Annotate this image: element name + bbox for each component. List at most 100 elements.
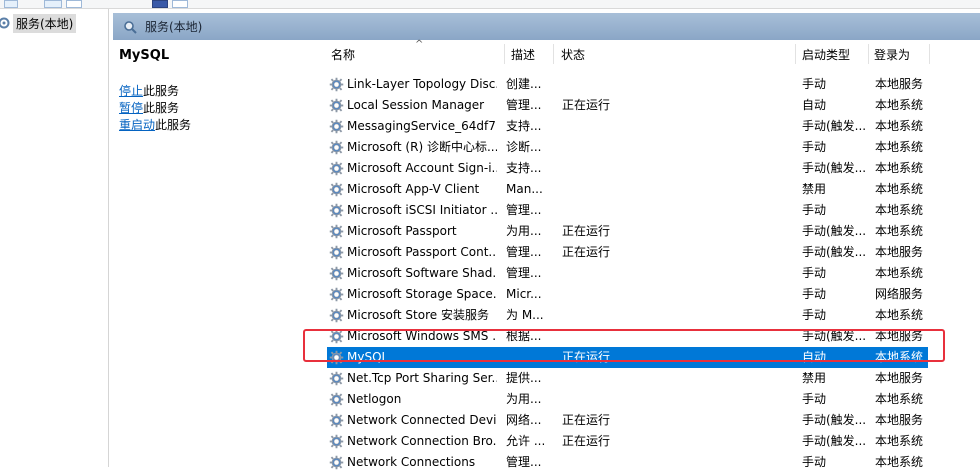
pause-suffix: 此服务 — [143, 101, 180, 115]
service-status-cell — [562, 158, 672, 179]
service-row[interactable]: Network Connections 管理... 手动 本地系统 — [327, 452, 928, 473]
service-name-label: Microsoft Passport — [347, 224, 457, 238]
service-status-cell — [562, 200, 672, 221]
service-name-label: Local Session Manager — [347, 98, 485, 112]
service-name-label: Network Connection Bro... — [347, 434, 497, 448]
service-row[interactable]: MessagingService_64df7 支持... 手动(触发... 本地… — [327, 116, 928, 137]
service-description-cell: 根据... — [506, 329, 542, 343]
toolbar-help-button[interactable] — [172, 0, 188, 8]
service-gear-icon — [329, 140, 344, 155]
service-logon-cell: 网络服务 — [875, 287, 924, 301]
service-startup-type-cell: 手动(触发... — [802, 434, 866, 448]
service-logon-cell: 本地系统 — [875, 203, 924, 217]
service-name-label: Microsoft Store 安装服务 — [347, 308, 489, 322]
column-separator[interactable] — [504, 44, 505, 64]
column-header-logon-as[interactable]: 登录为 — [874, 42, 928, 66]
service-logon-cell: 本地服务 — [875, 245, 924, 259]
column-header-name[interactable]: 名称 ^ — [331, 39, 501, 66]
column-header-status[interactable]: 状态 — [561, 42, 621, 66]
service-name-label: MessagingService_64df7 — [347, 119, 496, 133]
service-logon-cell: 本地系统 — [875, 392, 924, 406]
service-name-label: Microsoft Windows SMS ... — [347, 329, 497, 343]
service-logon-cell: 本地系统 — [875, 224, 924, 238]
service-name-cell: Netlogon — [327, 389, 497, 410]
column-header-name-label: 名称 — [331, 47, 356, 62]
service-name-cell: Link-Layer Topology Disc... — [327, 74, 497, 95]
service-row[interactable]: Link-Layer Topology Disc... 创建... 手动 本地服… — [327, 74, 928, 95]
service-name-cell: Network Connection Bro... — [327, 431, 497, 452]
service-row[interactable]: Microsoft App-V Client Man... 禁用 本地系统 — [327, 179, 928, 200]
service-row[interactable]: Netlogon 为用... 手动 本地系统 — [327, 389, 928, 410]
service-gear-icon — [329, 455, 344, 470]
services-gear-icon — [0, 17, 10, 29]
services-list: 名称 ^ 描述 状态 启动类型 登录为 Link-Layer Topology … — [317, 39, 980, 470]
toolbar — [0, 0, 980, 9]
service-row[interactable]: Microsoft Software Shad... 管理... 手动 本地系统 — [327, 263, 928, 284]
service-status-cell — [562, 452, 672, 473]
service-gear-icon — [329, 161, 344, 176]
service-name-cell: Microsoft App-V Client — [327, 179, 497, 200]
service-row[interactable]: Microsoft Store 安装服务 为 M... 手动 本地系统 — [327, 305, 928, 326]
service-row[interactable]: MySQL 正在运行 自动 本地系统 — [327, 347, 928, 368]
service-startup-type-cell: 禁用 — [802, 182, 827, 196]
service-logon-cell: 本地服务 — [875, 413, 924, 427]
details-panel: MySQL 停止此服务 暂停此服务 重启动此服务 — [119, 48, 309, 134]
service-status-cell — [562, 389, 672, 410]
service-row[interactable]: Microsoft Storage Space... Micr... 手动 网络… — [327, 284, 928, 305]
service-row[interactable]: Microsoft Passport Cont... 管理... 正在运行 手动… — [327, 242, 928, 263]
service-startup-type-cell: 手动 — [802, 392, 827, 406]
service-description-cell: 管理... — [506, 203, 542, 217]
service-row[interactable]: Network Connection Bro... 允许 ... 正在运行 手动… — [327, 431, 928, 452]
column-header-status-label: 状态 — [561, 47, 586, 62]
service-row[interactable]: Local Session Manager 管理... 正在运行 自动 本地系统 — [327, 95, 928, 116]
service-gear-icon — [329, 287, 344, 302]
service-gear-icon — [329, 245, 344, 260]
service-row[interactable]: Microsoft Passport 为用... 正在运行 手动(触发... 本… — [327, 221, 928, 242]
service-name-cell: Microsoft Passport Cont... — [327, 242, 497, 263]
column-separator[interactable] — [553, 44, 554, 64]
service-logon-cell: 本地系统 — [875, 266, 924, 280]
service-startup-type-cell: 手动 — [802, 308, 827, 322]
stop-suffix: 此服务 — [143, 84, 180, 98]
service-status-cell — [562, 305, 672, 326]
service-logon-cell: 本地系统 — [875, 98, 924, 112]
stop-service-link[interactable]: 停止 — [119, 84, 143, 98]
restart-service-link[interactable]: 重启动 — [119, 118, 155, 132]
service-name-label: Netlogon — [347, 392, 402, 406]
service-status-cell — [562, 326, 672, 347]
service-status-cell: 正在运行 — [562, 245, 611, 259]
service-row[interactable]: Microsoft Windows SMS ... 根据... 手动(触发...… — [327, 326, 928, 347]
column-separator[interactable] — [795, 44, 796, 64]
service-status-cell — [562, 137, 672, 158]
service-description-cell: 提供... — [506, 371, 542, 385]
toolbar-properties-button[interactable] — [152, 0, 168, 8]
column-separator[interactable] — [868, 44, 869, 64]
column-header-startup-type[interactable]: 启动类型 — [802, 42, 866, 66]
service-gear-icon — [329, 308, 344, 323]
service-name-cell: Network Connected Devi... — [327, 410, 497, 431]
service-row[interactable]: Network Connected Devi... 网络... 正在运行 手动(… — [327, 410, 928, 431]
service-startup-type-cell: 自动 — [802, 98, 827, 112]
service-row[interactable]: Microsoft (R) 诊断中心标... 诊断... 手动 本地系统 — [327, 137, 928, 158]
column-separator[interactable] — [929, 44, 930, 64]
service-gear-icon — [329, 182, 344, 197]
service-logon-cell: 本地系统 — [875, 434, 924, 448]
pause-service-link[interactable]: 暂停 — [119, 101, 143, 115]
service-name-cell: Microsoft iSCSI Initiator ... — [327, 200, 497, 221]
service-row[interactable]: Microsoft Account Sign-i... 支持... 手动(触发.… — [327, 158, 928, 179]
toolbar-standard-view-button[interactable] — [66, 0, 82, 8]
toolbar-back-button[interactable] — [4, 0, 18, 8]
service-row[interactable]: Net.Tcp Port Sharing Ser... 提供... 禁用 本地服… — [327, 368, 928, 389]
service-logon-cell: 本地服务 — [875, 77, 924, 91]
service-name-label: Microsoft (R) 诊断中心标... — [347, 140, 497, 154]
column-header-description[interactable]: 描述 — [511, 42, 551, 66]
service-row[interactable]: Microsoft iSCSI Initiator ... 管理... 手动 本… — [327, 200, 928, 221]
service-status-cell: 正在运行 — [562, 98, 611, 112]
service-startup-type-cell: 手动 — [802, 77, 827, 91]
pane-title: 服务(本地) — [145, 20, 203, 34]
toolbar-extended-view-button[interactable] — [44, 0, 62, 8]
tree-item-services-local[interactable]: 服务(本地) — [0, 13, 77, 33]
service-description-cell: 管理... — [506, 245, 542, 259]
service-startup-type-cell: 手动 — [802, 455, 827, 469]
service-name-cell: Network Connections — [327, 452, 497, 473]
